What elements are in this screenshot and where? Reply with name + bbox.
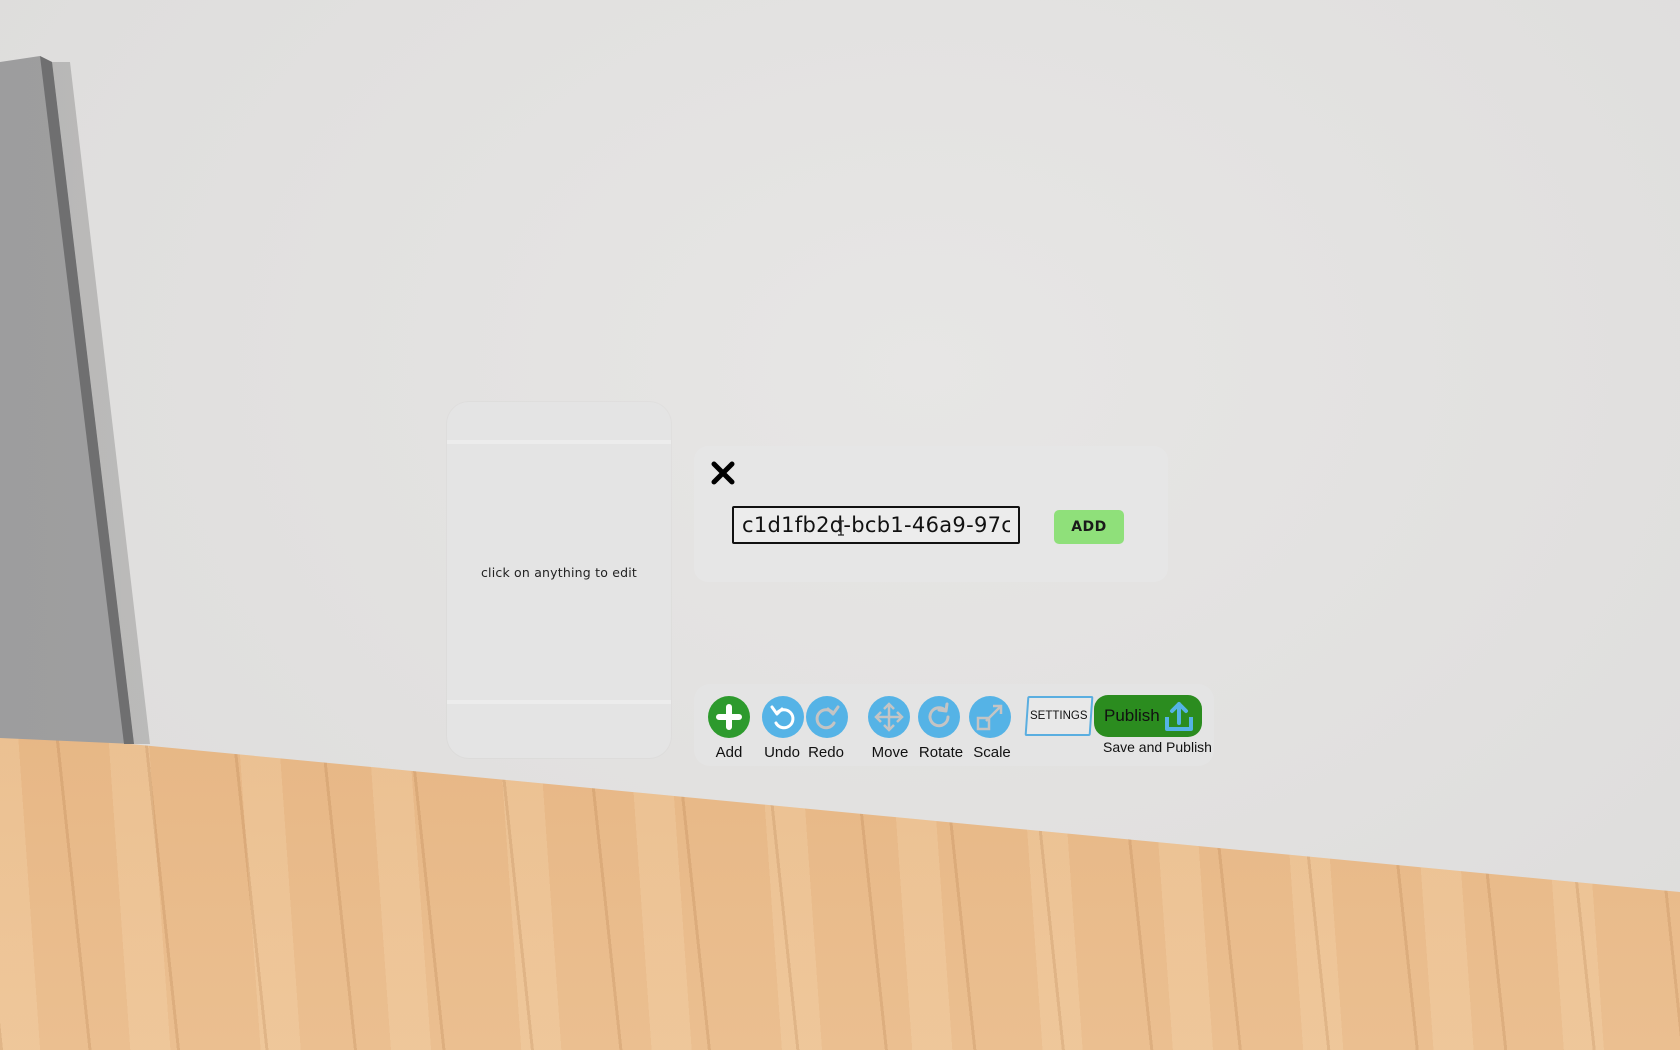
rotate-label: Rotate [918, 744, 964, 761]
close-button[interactable] [710, 460, 736, 486]
plus-icon [716, 704, 742, 730]
panel-divider-top [447, 440, 671, 444]
close-icon [711, 461, 735, 485]
redo-button[interactable] [806, 696, 848, 738]
settings-label: SETTINGS [1030, 710, 1088, 722]
add-button[interactable] [708, 696, 750, 738]
undo-label: Undo [764, 744, 800, 761]
upload-icon [1165, 702, 1193, 731]
redo-icon [815, 705, 840, 730]
rotate-button[interactable] [918, 696, 960, 738]
move-label: Move [871, 744, 909, 761]
settings-button[interactable]: SETTINGS [1024, 696, 1094, 736]
add-label: Add [715, 744, 743, 761]
add-item-dialog: ADD [694, 446, 1168, 582]
text-cursor-icon [838, 520, 844, 536]
edit-hint: click on anything to edit [480, 565, 638, 580]
redo-label: Redo [808, 744, 844, 761]
scale-label: Scale [973, 744, 1011, 761]
rotate-icon [928, 702, 950, 728]
save-and-publish-label: Save and Publish [1103, 739, 1212, 755]
item-id-input[interactable] [732, 506, 1020, 544]
add-item-button[interactable]: ADD [1054, 510, 1124, 544]
move-icon [874, 702, 904, 732]
scale-button[interactable] [969, 696, 1011, 738]
scale-icon [976, 704, 1003, 731]
panel-divider-bottom [447, 700, 671, 704]
undo-icon [770, 705, 795, 730]
edit-panel: click on anything to edit [447, 402, 671, 758]
move-button[interactable] [868, 696, 910, 738]
toolbar: Add Undo Redo Move Rotate Scale SETTINGS… [694, 684, 1214, 766]
undo-button[interactable] [762, 696, 804, 738]
publish-button[interactable]: Publish [1094, 695, 1202, 737]
publish-label: Publish [1104, 706, 1160, 725]
